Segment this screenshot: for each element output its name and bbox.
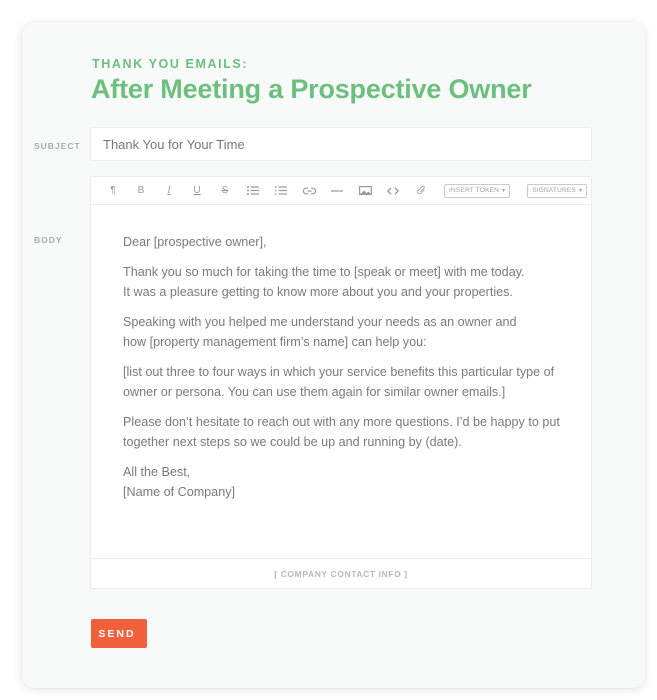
- email-template-card: THANK YOU EMAILS: After Meeting a Prospe…: [22, 22, 645, 688]
- chevron-down-icon: ▾: [578, 188, 583, 194]
- greeting: Dear [prospective owner],: [123, 235, 267, 249]
- subject-label: SUBJECT: [34, 141, 81, 151]
- page-title: After Meeting a Prospective Owner: [91, 74, 532, 104]
- paragraph-1: Thank you so much for taking the time to…: [123, 264, 525, 300]
- closing: All the Best, [Name of Company]: [123, 464, 235, 500]
- attachment-icon[interactable]: [407, 177, 435, 204]
- strikethrough-icon[interactable]: S: [211, 177, 239, 204]
- bold-icon[interactable]: B: [127, 177, 155, 204]
- ordered-list-icon[interactable]: [267, 177, 295, 204]
- insert-token-dropdown[interactable]: INSERT TOKEN ▾: [444, 183, 511, 198]
- email-body-text[interactable]: Dear [prospective owner], Thank you so m…: [123, 232, 573, 512]
- code-icon[interactable]: [379, 177, 407, 204]
- body-editor: ¶ B I U S INSERT TOKEN ▾ SIGNATURES ▾ De…: [90, 176, 592, 589]
- italic-icon[interactable]: I: [155, 177, 183, 204]
- company-contact-info: [ COMPANY CONTACT INFO ]: [91, 558, 591, 588]
- horizontal-rule-icon[interactable]: [323, 177, 351, 204]
- editor-toolbar: ¶ B I U S INSERT TOKEN ▾ SIGNATURES ▾: [91, 177, 591, 205]
- paragraph-3: [list out three to four ways in which yo…: [123, 364, 555, 400]
- paragraph-4: Please don’t hesitate to reach out with …: [123, 414, 560, 450]
- subject-input[interactable]: Thank You for Your Time: [90, 127, 592, 161]
- paragraph-icon[interactable]: ¶: [99, 177, 127, 204]
- paragraph-2: Speaking with you helped me understand y…: [123, 314, 517, 350]
- unordered-list-icon[interactable]: [239, 177, 267, 204]
- image-icon[interactable]: [351, 177, 379, 204]
- link-icon[interactable]: [295, 177, 323, 204]
- send-button[interactable]: SEND: [91, 619, 147, 648]
- subject-value: Thank You for Your Time: [103, 136, 245, 152]
- signatures-dropdown[interactable]: SIGNATURES ▾: [527, 183, 588, 198]
- underline-icon[interactable]: U: [183, 177, 211, 204]
- chevron-down-icon: ▾: [501, 188, 506, 194]
- body-label: BODY: [34, 235, 63, 245]
- section-eyebrow: THANK YOU EMAILS:: [92, 57, 249, 71]
